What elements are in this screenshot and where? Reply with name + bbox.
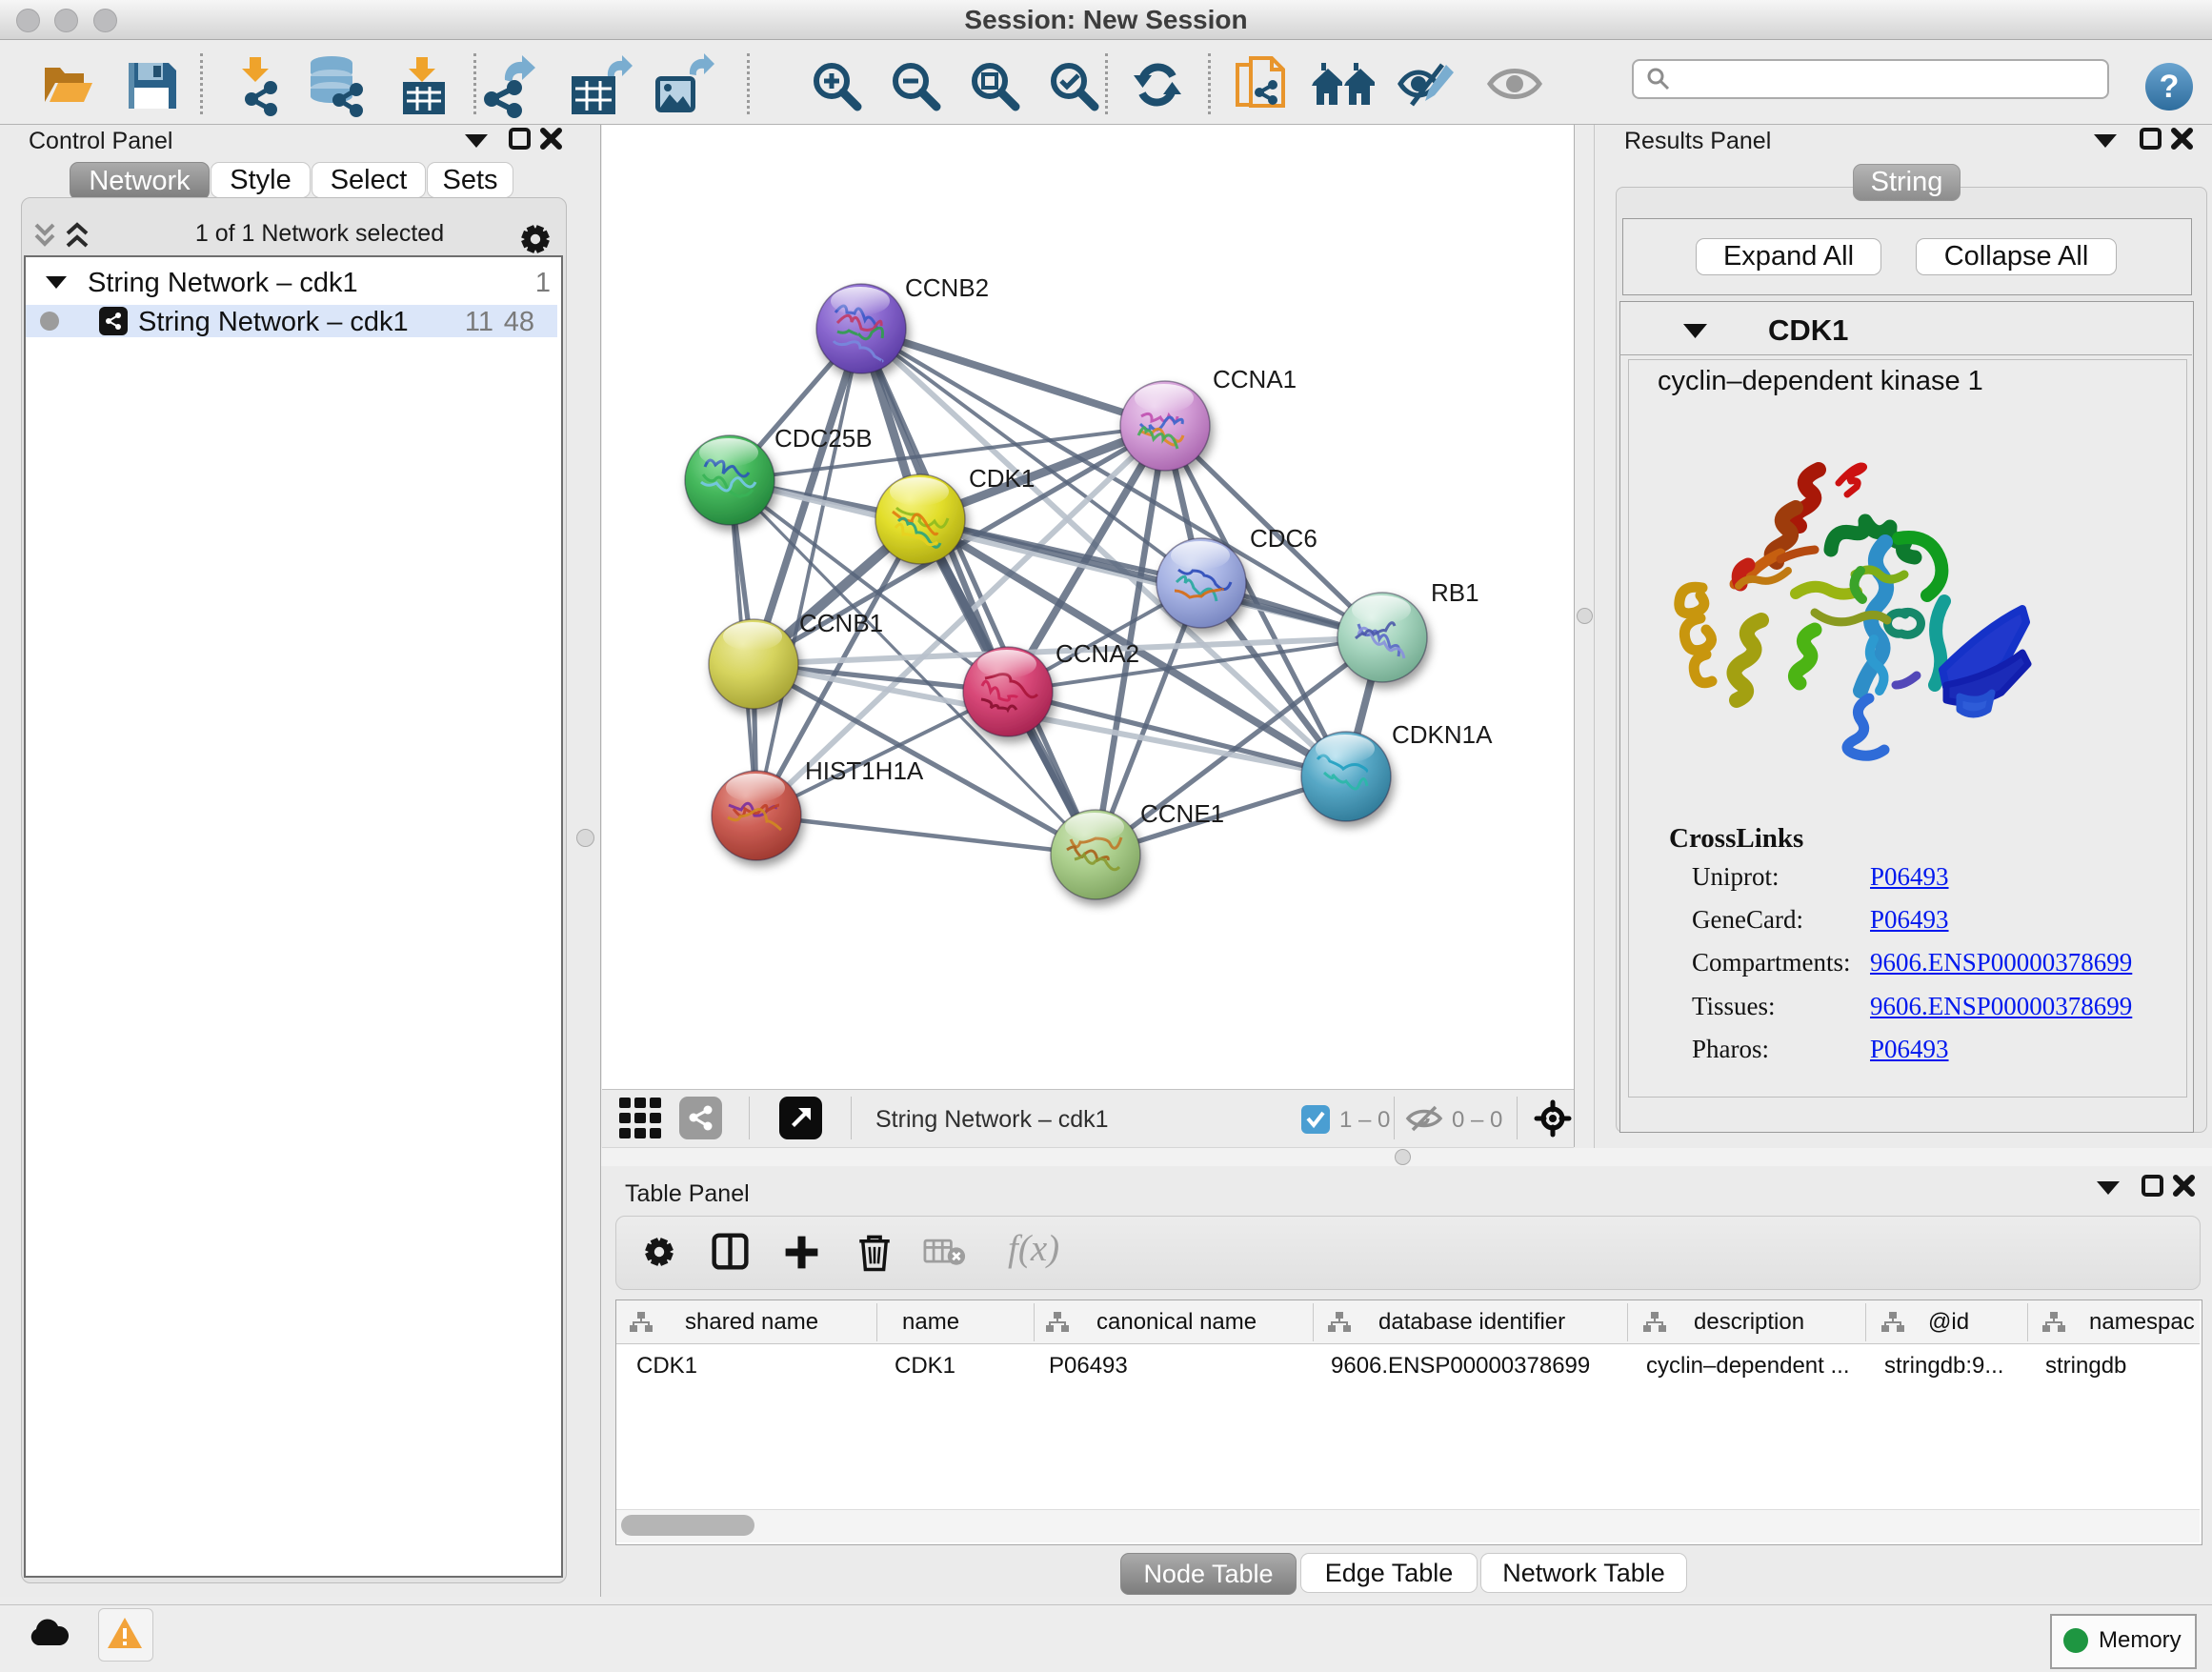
- svg-text:CCNE1: CCNE1: [1140, 799, 1224, 828]
- svg-text:RB1: RB1: [1431, 578, 1479, 607]
- svg-text:CDKN1A: CDKN1A: [1392, 720, 1493, 749]
- svg-text:CCNB1: CCNB1: [799, 609, 883, 637]
- svg-text:CCNA2: CCNA2: [1056, 639, 1139, 668]
- svg-text:CCNA1: CCNA1: [1213, 365, 1297, 393]
- svg-text:CCNB2: CCNB2: [905, 273, 989, 302]
- svg-text:CDC25B: CDC25B: [774, 424, 873, 453]
- svg-text:CDK1: CDK1: [969, 464, 1035, 493]
- svg-text:CDC6: CDC6: [1250, 524, 1317, 553]
- svg-text:HIST1H1A: HIST1H1A: [805, 756, 924, 785]
